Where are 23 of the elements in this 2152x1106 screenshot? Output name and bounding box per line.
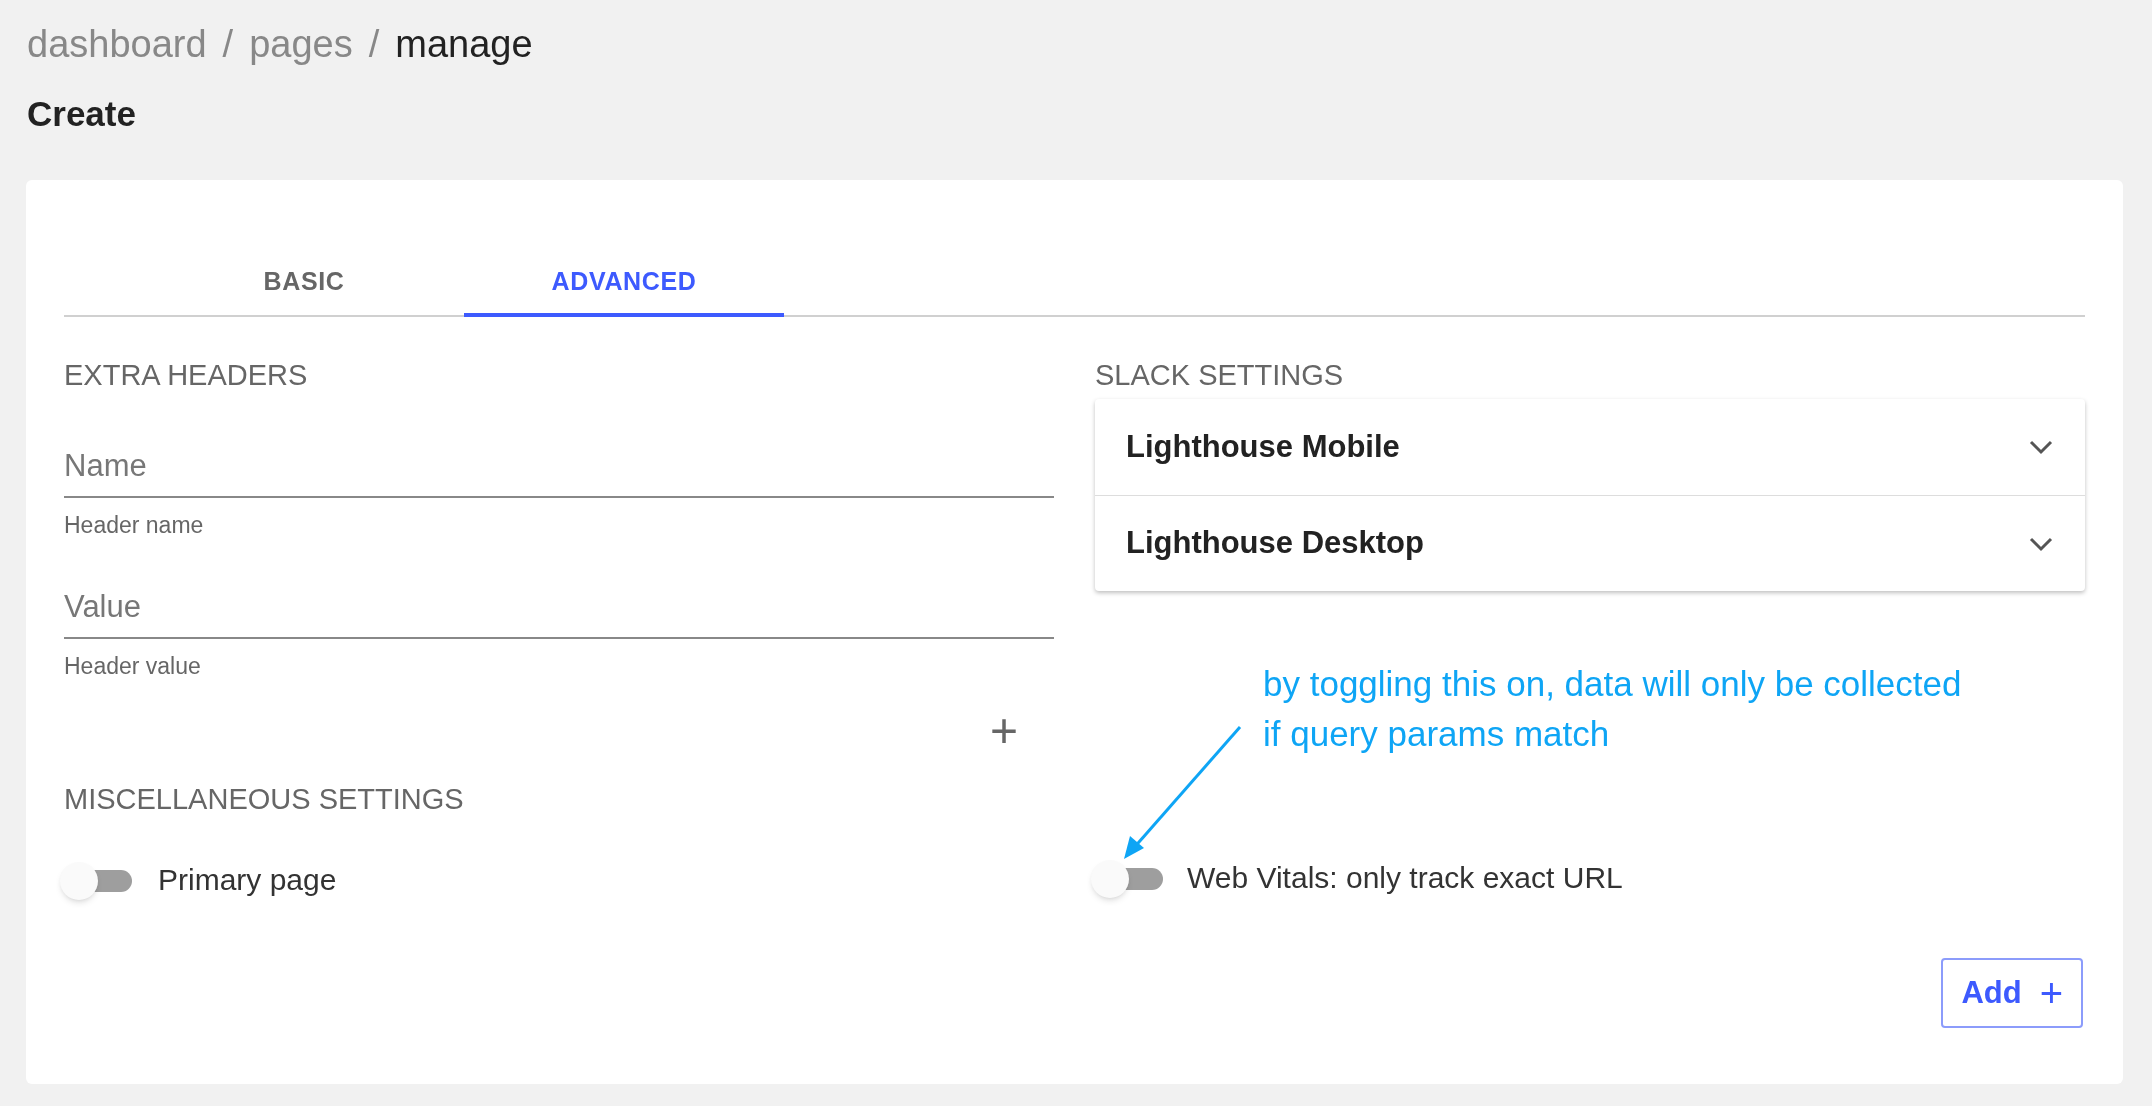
accordion-item[interactable]: Lighthouse Desktop <box>1095 495 2085 591</box>
accordion-item[interactable]: Lighthouse Mobile <box>1095 399 2085 495</box>
page-title: Create <box>26 93 137 135</box>
section-heading: SLACK SETTINGS <box>1095 358 1345 393</box>
section-heading: EXTRA HEADERS <box>64 358 309 393</box>
text-field[interactable]: Name <box>64 443 1054 498</box>
switch-label: Primary page <box>158 862 337 898</box>
section-heading: MISCELLANEOUS SETTINGS <box>64 782 465 817</box>
chevron-icon <box>2028 439 2054 455</box>
chevron-icon <box>2028 535 2054 552</box>
add-header-button[interactable]: + <box>989 707 1018 755</box>
breadcrumb-current[interactable]: manage <box>395 20 533 68</box>
add-button[interactable]: Add + <box>1941 958 2083 1028</box>
tab[interactable]: BASIC <box>144 263 464 317</box>
switch-label: Web Vitals: only track exact URL <box>1187 860 1623 896</box>
helper-text: Header name <box>64 510 205 540</box>
text-field[interactable]: Value <box>64 584 1054 639</box>
annotation-text: if query params match <box>1263 713 1611 755</box>
annotation-text: by toggling this on, data will only be collected <box>1263 663 1963 705</box>
breadcrumb-link[interactable]: pages <box>249 20 353 68</box>
breadcrumb-link[interactable]: dashboard <box>27 20 207 68</box>
tab[interactable]: ADVANCED <box>464 263 784 317</box>
helper-text: Header value <box>64 651 202 681</box>
